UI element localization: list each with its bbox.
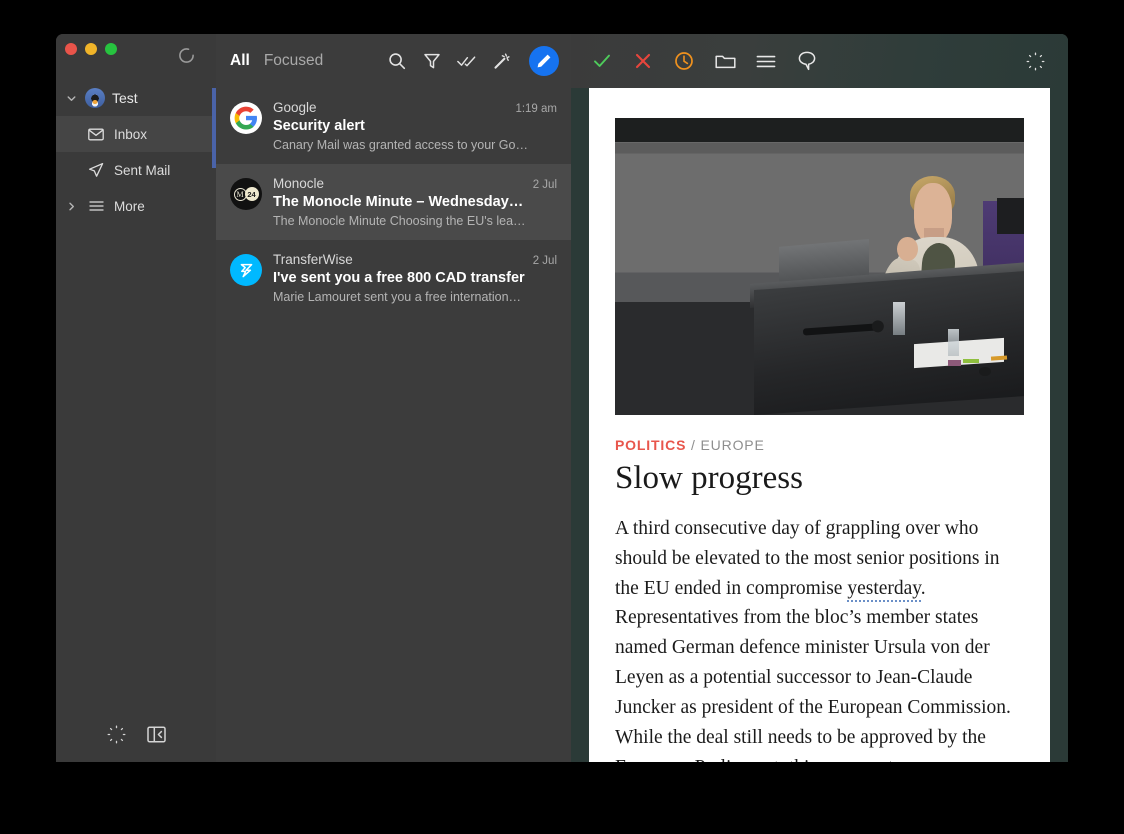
message-subject: The Monocle Minute – Wednesday… [273, 194, 524, 210]
magic-wand-icon[interactable] [492, 52, 511, 71]
tab-focused[interactable]: Focused [264, 52, 323, 70]
article-headline: Slow progress [615, 460, 803, 496]
list-item-content: TransferWise 2 Jul I've sent you a free … [273, 252, 557, 304]
paragraph-part-2: . Representatives from the bloc’s member… [615, 577, 1011, 762]
list-item-content: Monocle 2 Jul The Monocle Minute – Wedne… [273, 176, 557, 228]
search-icon[interactable] [387, 52, 406, 71]
article-subcategory[interactable]: EUROPE [700, 437, 764, 453]
message-date: 2 Jul [532, 255, 557, 267]
article-scroll-area[interactable]: POLITICS / EUROPE Slow progress A third … [571, 88, 1068, 762]
minimize-button[interactable] [85, 43, 97, 55]
selection-accent-bar [212, 88, 216, 168]
hamburger-icon [86, 197, 106, 215]
message-date: 2 Jul [532, 179, 557, 191]
sidebar-item-sent-mail[interactable]: Sent Mail [56, 152, 216, 188]
app-window: Test Inbox Sent Mail More All Focused Go… [56, 34, 1068, 762]
sidebar-item-more[interactable]: More [56, 188, 216, 224]
sidebar-footer [56, 706, 216, 762]
sidebar: Test Inbox Sent Mail More [56, 34, 216, 762]
zoom-button[interactable] [105, 43, 117, 55]
avatar [230, 254, 262, 286]
message-sender: TransferWise [273, 252, 353, 267]
archive-check-icon[interactable] [591, 50, 613, 72]
kicker-separator: / [691, 437, 696, 453]
chevron-right-icon[interactable] [64, 199, 78, 213]
message-subject: I've sent you a free 800 CAD transfer [273, 270, 525, 286]
avatar [85, 88, 105, 108]
message-preview: Marie Lamouret sent you a free internati… [273, 290, 522, 304]
account-name: Test [112, 90, 138, 106]
message-list-toolbar [387, 46, 559, 76]
thumbs-down-icon[interactable] [796, 50, 818, 72]
sidebar-titlebar [56, 34, 216, 80]
delete-x-icon[interactable] [632, 50, 654, 72]
list-item[interactable]: M 24 Monocle 2 Jul The Monocle Minute – … [216, 164, 571, 240]
monocle-badge: 24 [244, 187, 259, 201]
inline-link-yesterday[interactable]: yesterday [847, 577, 921, 602]
snooze-clock-icon[interactable] [673, 50, 695, 72]
message-sender: Google [273, 100, 317, 115]
list-item[interactable]: TransferWise 2 Jul I've sent you a free … [216, 240, 571, 316]
message-date: 1:19 am [515, 103, 557, 115]
close-button[interactable] [65, 43, 77, 55]
article-photo [615, 118, 1024, 415]
reading-toolbar [571, 34, 1068, 88]
account-row-test[interactable]: Test [56, 80, 216, 116]
reading-pane: POLITICS / EUROPE Slow progress A third … [571, 34, 1068, 762]
article-kicker: POLITICS / EUROPE [615, 437, 1024, 453]
chevron-down-icon[interactable] [64, 91, 78, 105]
reading-brightness-toggle[interactable] [1024, 50, 1046, 72]
sidebar-item-label: Sent Mail [114, 162, 171, 178]
move-to-folder-icon[interactable] [714, 50, 736, 72]
article-category[interactable]: POLITICS [615, 437, 686, 453]
sync-spinner-icon[interactable] [178, 47, 195, 64]
brightness-icon[interactable] [106, 724, 126, 744]
message-preview: Canary Mail was granted access to your G… [273, 138, 528, 152]
sidebar-item-label: More [114, 198, 145, 214]
list-item-content: Google 1:19 am Security alert Canary Mai… [273, 100, 557, 152]
avatar [230, 102, 262, 134]
mark-all-read-icon[interactable] [457, 52, 476, 71]
message-preview: The Monocle Minute Choosing the EU's lea… [273, 214, 526, 228]
paragraph-part-1: A third consecutive day of grappling ove… [615, 518, 1000, 599]
list-item[interactable]: Google 1:19 am Security alert Canary Mai… [216, 88, 571, 164]
article-body: POLITICS / EUROPE Slow progress A third … [589, 88, 1050, 762]
filter-icon[interactable] [422, 52, 441, 71]
more-menu-icon[interactable] [755, 50, 777, 72]
paper-plane-icon [86, 161, 106, 179]
envelope-icon [86, 125, 106, 143]
collapse-panel-icon[interactable] [146, 724, 166, 744]
message-list: All Focused Google 1:19 am Security aler… [216, 34, 571, 762]
sidebar-item-label: Inbox [114, 126, 148, 142]
message-list-header: All Focused [216, 34, 571, 88]
sidebar-item-inbox[interactable]: Inbox [56, 116, 216, 152]
message-subject: Security alert [273, 118, 365, 134]
compose-button[interactable] [529, 46, 559, 76]
avatar: M 24 [230, 178, 262, 210]
tab-all[interactable]: All [230, 52, 250, 70]
message-sender: Monocle [273, 176, 325, 191]
window-controls[interactable] [65, 43, 117, 55]
article-paragraph: A third consecutive day of grappling ove… [615, 514, 1024, 762]
